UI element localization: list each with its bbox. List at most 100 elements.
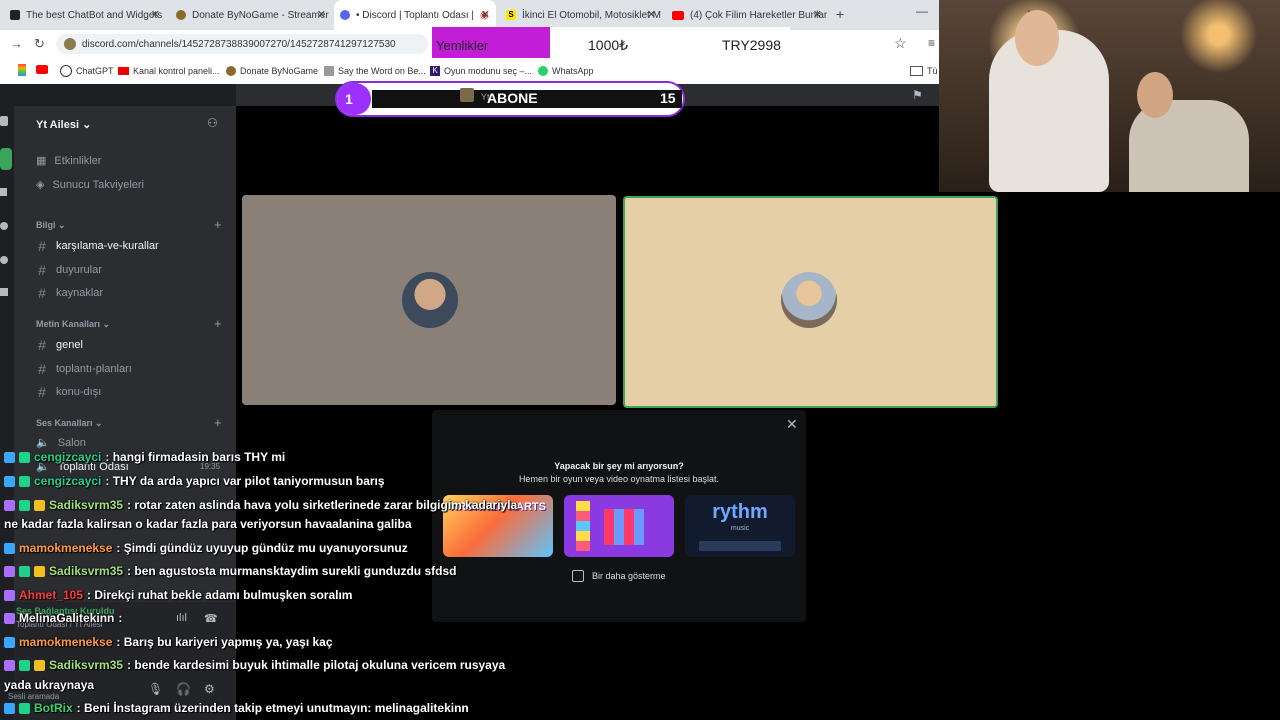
browser-tab-2[interactable]: Donate ByNoGame - Streamer ✕ [170, 0, 332, 30]
chat-badge-icon [4, 702, 15, 714]
tab-title: (4) Çok Filim Hareketler Bunlar [690, 9, 828, 21]
game-icon [324, 66, 334, 76]
download-icon[interactable] [0, 288, 8, 296]
minimize-icon[interactable]: — [916, 4, 928, 18]
channel-karsilama[interactable]: # karşılama-ve-kurallar [36, 238, 159, 254]
chat-text: : THY da arda yapıcı var pilot taniyormu… [105, 474, 385, 488]
server-name[interactable]: Yt Ailesi ⌄ [36, 118, 91, 131]
chat-text: ne kadar fazla kalirsan o kadar fazla pa… [4, 517, 412, 531]
chat-username: Sadiksvrm35 [49, 564, 124, 578]
server-icon[interactable] [0, 148, 12, 170]
dm-icon[interactable] [0, 116, 8, 126]
url-bar[interactable]: discord.com/channels/1452728738839007270… [56, 34, 428, 54]
add-channel-icon[interactable]: + [214, 415, 222, 430]
chat-text: : Barış bu kariyeri yapmış ya, yaşı kaç [116, 635, 333, 649]
apps-icon[interactable] [18, 64, 26, 76]
chat-badge-icon [34, 499, 45, 511]
person-right-head [1137, 72, 1173, 118]
chat-username: cengizcayci [34, 474, 102, 488]
chat-text: : hangi firmadasin barıs THY mi [105, 450, 286, 464]
channel-genel[interactable]: # genel [36, 337, 83, 353]
sidebar-item-events[interactable]: ▦ Etkinlikler [36, 154, 101, 168]
channel-kaynaklar[interactable]: # kaynaklar [36, 285, 103, 301]
reload-icon[interactable]: ↻ [34, 36, 45, 52]
close-icon[interactable]: ✕ [786, 416, 798, 433]
browser-tab-5[interactable]: (4) Çok Filim Hareketler Bunlar ✕ [666, 0, 828, 30]
chat-badge-icon [4, 565, 15, 577]
calendar-icon: ▦ [36, 155, 47, 167]
chat-badge-icon [4, 499, 15, 511]
browser-tab-4[interactable]: S İkinci El Otomobil, Motosiklet M ✕ [500, 0, 662, 30]
menu-icon[interactable]: ≡ [928, 36, 935, 50]
chat-message: BotRix: Beni İnstagram üzerinden takip e… [0, 697, 764, 719]
bookmark-chatgpt[interactable]: ChatGPT [60, 64, 114, 78]
tab-title: Donate ByNoGame - Streamer [192, 9, 329, 21]
browser-tab-1[interactable]: The best ChatBot and Widgets ✕ [4, 0, 166, 30]
bookmark-say-the-word[interactable]: Say the Word on Be... [324, 64, 426, 78]
channel-toplanti-planlari[interactable]: # toplantı-planları [36, 361, 132, 377]
chat-badge-icon [4, 659, 15, 671]
chat-text: yada ukraynaya [4, 678, 95, 692]
chat-message: Sadiksvrm35: bende kardesimi buyuk ihtim… [0, 654, 764, 676]
tab-close-icon[interactable]: ✕ [481, 8, 490, 21]
chat-username: Ahmet_105 [19, 588, 84, 602]
youtube-bookmark-icon[interactable] [36, 65, 48, 74]
whatsapp-icon [538, 66, 548, 76]
goal-target: 15 [660, 90, 676, 106]
discord-favicon-icon [340, 10, 350, 20]
chat-badge-icon [4, 612, 15, 624]
tab-title: • Discord | Toplantı Odası | [356, 9, 475, 21]
chat-username: BotRix [34, 701, 73, 715]
chat-message: Ahmet_105: Direkçi ruhat bekle adamı bul… [0, 584, 764, 606]
category-metin[interactable]: Metin Kanalları ⌄ [36, 319, 110, 330]
tab-close-icon[interactable]: ✕ [647, 8, 656, 21]
chat-text: : [118, 611, 123, 625]
channel-konu-disi[interactable]: # konu-dışı [36, 384, 101, 400]
chat-username: Sadiksvrm35 [49, 498, 124, 512]
hash-icon: # [38, 361, 46, 377]
flag-icon[interactable]: ⚑ [912, 88, 923, 102]
tab-close-icon[interactable]: ✕ [317, 8, 326, 21]
sidebar-item-boosts[interactable]: ◈ Sunucu Takviyeleri [36, 178, 144, 192]
category-bilgi[interactable]: Bilgi ⌄ [36, 220, 66, 231]
chatbot-favicon-icon [10, 10, 20, 20]
hash-icon: # [38, 262, 46, 278]
chat-badge-icon [4, 475, 15, 487]
new-tab-button[interactable]: + [836, 6, 844, 22]
tab-title: İkinci El Otomobil, Motosiklet M [522, 9, 661, 21]
channel-duyurular[interactable]: # duyurular [36, 262, 102, 278]
url-text: discord.com/channels/1452728738839007270… [82, 38, 396, 50]
browser-tab-3-active[interactable]: • Discord | Toplantı Odası | ◉ ✕ [334, 0, 496, 30]
bookmark-star-icon[interactable]: ☆ [894, 35, 907, 52]
tab-close-icon[interactable]: ✕ [813, 8, 822, 21]
chatgpt-icon [60, 65, 72, 77]
bookmark-whatsapp[interactable]: WhatsApp [538, 64, 594, 78]
bookmark-donate[interactable]: Donate ByNoGame [226, 64, 318, 78]
chat-badge-icon [19, 702, 30, 714]
site-info-icon[interactable] [64, 38, 76, 50]
k-icon: K [430, 66, 440, 76]
bookmark-folder[interactable]: Tü [910, 64, 938, 78]
hash-icon: # [38, 384, 46, 400]
avatar [402, 272, 458, 328]
chat-badge-icon [19, 499, 30, 511]
bookmark-oyun-modu[interactable]: K Oyun modunu seç –... [430, 64, 532, 78]
bookmark-kanal[interactable]: Kanal kontrol paneli... [118, 64, 220, 78]
category-ses[interactable]: Ses Kanalları ⌄ [36, 418, 103, 429]
server-icon-2[interactable] [0, 188, 7, 196]
hash-icon: # [38, 285, 46, 301]
chat-message: cengizcayci: hangi firmadasin barıs THY … [0, 446, 764, 468]
forward-icon[interactable]: → [10, 36, 23, 51]
webcam-feed [939, 0, 1280, 192]
add-channel-icon[interactable]: + [214, 217, 222, 232]
chat-username: MelinaGalitekinn [19, 611, 115, 625]
subscriber-goal-fill: 1 [337, 83, 371, 115]
invite-people-icon[interactable]: ⚇ [207, 116, 218, 130]
add-server-icon[interactable] [0, 222, 8, 230]
chat-text: : bende kardesimi buyuk ihtimalle pilota… [127, 658, 506, 672]
donate-icon [226, 66, 236, 76]
tab-close-icon[interactable]: ✕ [151, 8, 160, 21]
add-channel-icon[interactable]: + [214, 316, 222, 331]
sahibinden-favicon-icon: S [506, 10, 516, 20]
explore-icon[interactable] [0, 256, 8, 264]
